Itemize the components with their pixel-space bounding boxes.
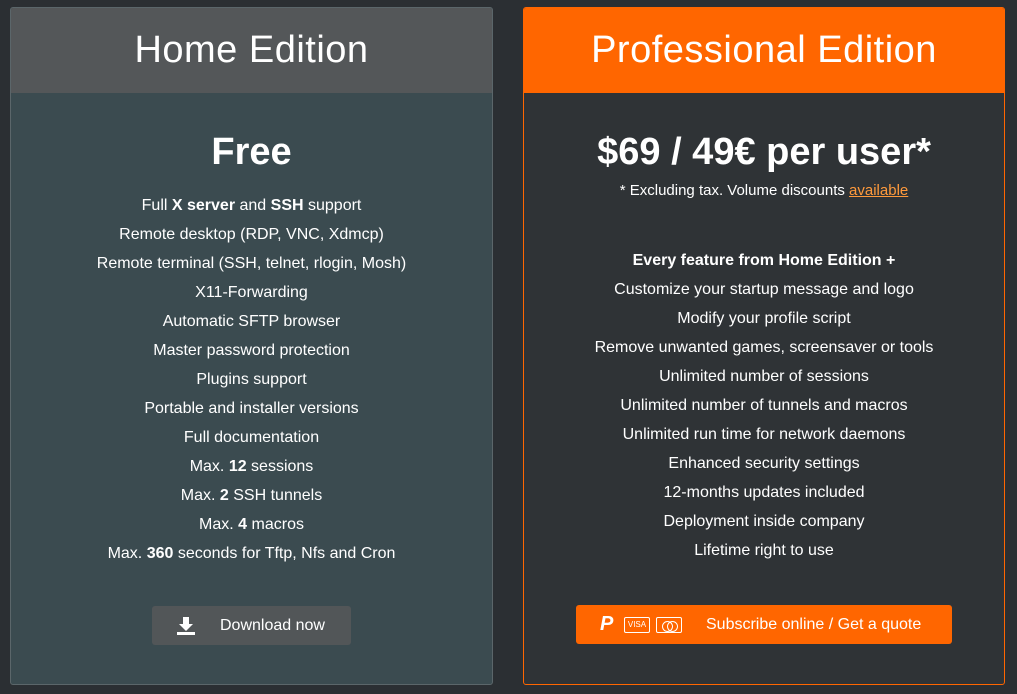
pro-feature-item: Unlimited run time for network daemons (622, 426, 906, 443)
home-feature-item: Portable and installer versions (144, 400, 359, 417)
home-feature-list: Full X server and SSH support Remote des… (11, 191, 492, 568)
home-feature-item: Full X server and SSH support (141, 197, 362, 214)
home-feature-item: Master password protection (153, 342, 350, 359)
professional-edition-title: Professional Edition (591, 29, 937, 71)
download-now-button[interactable]: Download now (152, 606, 351, 645)
pro-feature-item: 12-months updates included (663, 484, 865, 501)
mastercard-icon (656, 616, 682, 633)
home-feature-item: Plugins support (196, 371, 307, 388)
subscribe-button[interactable]: P VISA Subscribe online / Get a quote (576, 605, 952, 644)
home-feature-item: Max. 4 macros (199, 516, 304, 533)
home-feature-item: Automatic SFTP browser (162, 313, 341, 330)
pro-feature-item: Unlimited number of sessions (659, 368, 869, 385)
pro-feature-item: Remove unwanted games, screensaver or to… (594, 339, 934, 356)
download-now-label: Download now (220, 616, 325, 634)
paypal-icon: P (600, 613, 614, 635)
home-feature-item: Max. 2 SSH tunnels (180, 487, 323, 504)
professional-edition-price: $69 / 49€ per user* (597, 131, 931, 173)
home-feature-item: Full documentation (183, 429, 320, 446)
payment-icons: P VISA (600, 613, 682, 636)
visa-icon: VISA (624, 616, 650, 633)
pro-feature-item: Modify your profile script (677, 310, 851, 327)
download-icon (177, 616, 195, 635)
home-feature-item: Max. 12 sessions (189, 458, 314, 475)
tax-note: * Excluding tax. Volume discounts availa… (524, 182, 1004, 199)
home-edition-title: Home Edition (134, 29, 369, 71)
subscribe-label: Subscribe online / Get a quote (706, 615, 922, 633)
pro-feature-item: Every feature from Home Edition + (632, 252, 896, 269)
home-feature-item: Remote terminal (SSH, telnet, rlogin, Mo… (96, 255, 407, 272)
pro-feature-item: Customize your startup message and logo (614, 281, 914, 298)
pro-feature-item: Enhanced security settings (668, 455, 860, 472)
pro-feature-item: Lifetime right to use (694, 542, 834, 559)
home-feature-item: X11-Forwarding (195, 284, 308, 301)
home-feature-item: Remote desktop (RDP, VNC, Xdmcp) (119, 226, 384, 243)
home-feature-item: Max. 360 seconds for Tftp, Nfs and Cron (107, 545, 396, 562)
pro-feature-item: Deployment inside company (663, 513, 865, 530)
home-edition-card: Home Edition Free Full X server and SSH … (10, 7, 493, 685)
home-edition-header: Home Edition (11, 8, 492, 93)
pro-feature-list: Every feature from Home Edition + Custom… (524, 246, 1004, 565)
home-edition-price: Free (211, 131, 292, 173)
volume-discounts-link[interactable]: available (849, 182, 908, 199)
professional-edition-header: Professional Edition (524, 8, 1004, 93)
professional-edition-card: Professional Edition $69 / 49€ per user*… (523, 7, 1005, 685)
tax-note-text: * Excluding tax. Volume discounts (619, 182, 850, 199)
pro-feature-item: Unlimited number of tunnels and macros (620, 397, 908, 414)
